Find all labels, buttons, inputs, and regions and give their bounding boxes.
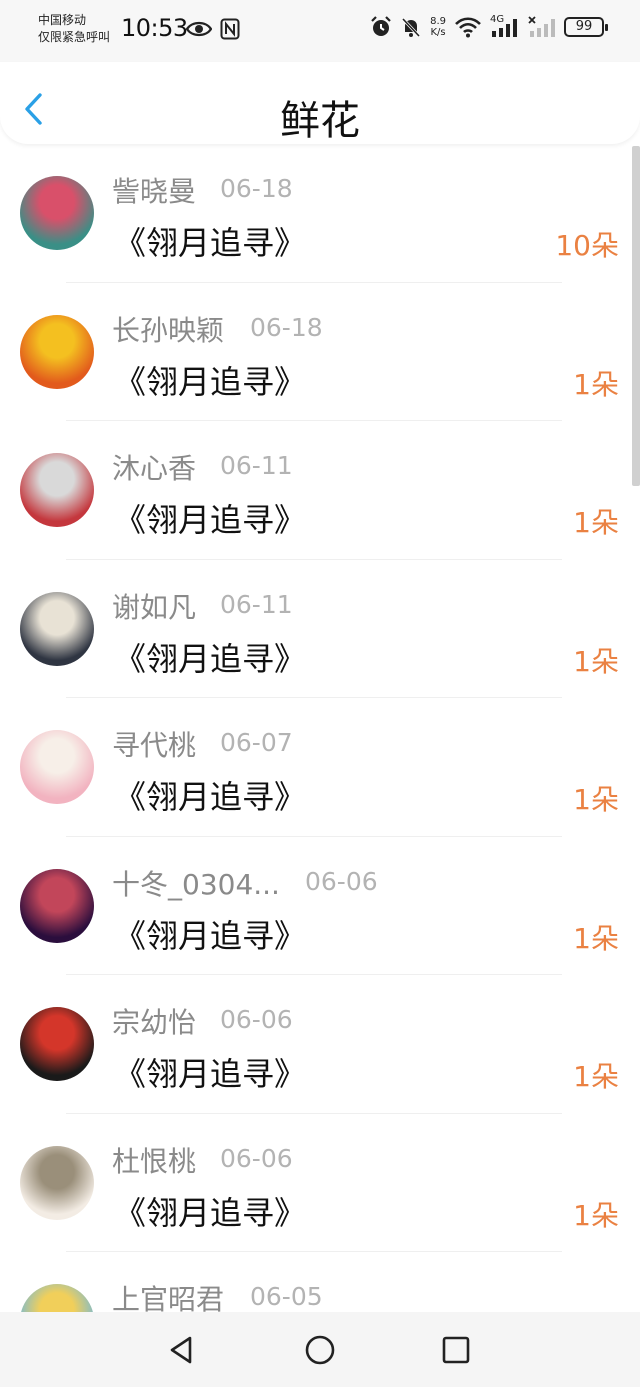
net-speed-value: 8.9: [430, 16, 446, 27]
avatar[interactable]: [20, 453, 94, 527]
status-right-icons: 8.9 K/s 4G 99: [370, 14, 608, 38]
flower-count: 1朵: [573, 921, 619, 955]
list-item[interactable]: 寻代桃 06-07 《翎月追寻》 1朵: [0, 698, 640, 837]
carrier-name: 中国移动: [38, 13, 87, 27]
flower-count: 1朵: [573, 644, 619, 678]
user-name: 上官昭君: [112, 1283, 225, 1312]
list-item[interactable]: 宗幼怡 06-06 《翎月追寻》 1朵: [0, 975, 640, 1114]
avatar[interactable]: [20, 1284, 94, 1312]
no-signal-icon: [528, 16, 555, 37]
user-name: 谢如凡: [112, 590, 197, 624]
nav-home-icon[interactable]: [304, 1334, 336, 1366]
user-name: 沐心香: [112, 452, 197, 485]
alarm-icon: [371, 16, 391, 36]
gift-date: 06-06: [220, 1143, 293, 1173]
list-item[interactable]: 长孙映颖 06-18 《翎月追寻》 1朵: [0, 283, 640, 421]
flower-count: 1朵: [573, 1198, 619, 1232]
status-bar: 中国移动 仅限紧急呼叫 10:53 8.9 K/s 4G 99: [0, 0, 640, 62]
battery-indicator: 99: [564, 17, 608, 37]
mute-bell-icon: [402, 17, 421, 38]
gift-date: 06-11: [220, 451, 293, 480]
status-time: 10:53: [121, 14, 188, 42]
list-item[interactable]: 沐心香 06-11 《翎月追寻》 1朵: [0, 421, 640, 560]
book-title[interactable]: 《翎月追寻》: [114, 911, 306, 957]
gift-date: 06-06: [305, 866, 378, 896]
header: 鲜花: [0, 62, 640, 144]
list-item[interactable]: 十冬_0304... 06-06 《翎月追寻》 1朵: [0, 837, 640, 975]
book-title[interactable]: 《翎月追寻》: [114, 357, 306, 403]
flower-count: 1朵: [573, 506, 619, 539]
gift-date: 06-11: [220, 589, 293, 619]
signal-bars-icon: [492, 19, 517, 37]
nfc-icon: [220, 18, 240, 40]
book-title[interactable]: 《翎月追寻》: [114, 218, 306, 264]
user-name: 寻代桃: [112, 729, 197, 762]
flower-list: 訾晓曼 06-18 《翎月追寻》 10朵 长孙映颖 06-18 《翎月追寻》 1朵 沐心香 06-…: [0, 144, 640, 1312]
nav-back-icon[interactable]: [166, 1334, 198, 1366]
wifi-icon: [455, 17, 481, 38]
book-title[interactable]: 《翎月追寻》: [114, 634, 306, 680]
avatar[interactable]: [20, 176, 94, 250]
net-speed-unit: K/s: [430, 27, 446, 38]
eye-icon: [186, 21, 212, 37]
scrollbar[interactable]: [632, 146, 640, 486]
list-item[interactable]: 杜恨桃 06-06 《翎月追寻》 1朵: [0, 1114, 640, 1252]
avatar[interactable]: [20, 730, 94, 804]
cell-signal-1: 4G: [490, 14, 520, 38]
gift-date: 06-18: [250, 312, 323, 342]
avatar[interactable]: [20, 591, 94, 666]
user-name: 宗幼怡: [112, 1006, 197, 1039]
gift-date: 06-05: [250, 1282, 323, 1311]
avatar[interactable]: [20, 314, 94, 389]
system-nav-bar: [0, 1312, 640, 1387]
flower-count: 1朵: [573, 1060, 619, 1093]
list-item[interactable]: 谢如凡 06-11 《翎月追寻》 1朵: [0, 560, 640, 698]
book-title[interactable]: 《翎月追寻》: [114, 1049, 306, 1095]
net-speed: 8.9 K/s: [430, 16, 446, 38]
avatar[interactable]: [20, 1145, 94, 1220]
page-title: 鲜花: [280, 98, 360, 144]
flower-count: 10朵: [555, 229, 619, 262]
carrier-info: 中国移动 仅限紧急呼叫: [38, 12, 110, 46]
avatar[interactable]: [20, 1007, 94, 1081]
flower-count: 1朵: [573, 367, 619, 401]
book-title[interactable]: 《翎月追寻》: [114, 1188, 306, 1234]
screen: 中国移动 仅限紧急呼叫 10:53 8.9 K/s 4G 99 鲜花 訾晓曼 0…: [0, 0, 640, 1387]
user-name: 长孙映颖: [112, 313, 225, 347]
gift-date: 06-07: [220, 728, 293, 757]
user-name: 杜恨桃: [112, 1144, 197, 1178]
book-title[interactable]: 《翎月追寻》: [114, 495, 306, 541]
nav-recents-icon[interactable]: [440, 1334, 472, 1366]
list-item[interactable]: 訾晓曼 06-18 《翎月追寻》 10朵: [0, 144, 640, 283]
avatar[interactable]: [20, 868, 94, 943]
flower-count: 1朵: [573, 783, 619, 816]
gift-date: 06-06: [220, 1005, 293, 1034]
emergency-only: 仅限紧急呼叫: [38, 30, 111, 44]
gift-date: 06-18: [220, 174, 293, 203]
user-name: 十冬_0304...: [112, 867, 280, 901]
status-left-icons: [186, 18, 240, 40]
book-title[interactable]: 《翎月追寻》: [114, 772, 306, 818]
user-name: 訾晓曼: [112, 175, 197, 208]
list-item[interactable]: 上官昭君 06-05: [0, 1252, 640, 1312]
